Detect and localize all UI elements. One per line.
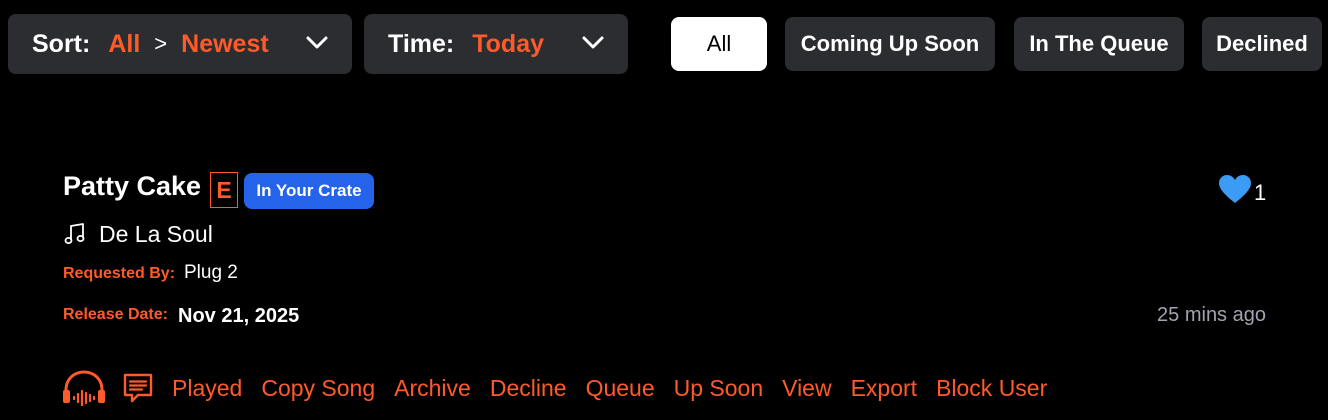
requested-by-label: Requested By: (63, 265, 176, 282)
filter-coming-up-soon-button[interactable]: Coming Up Soon (785, 17, 995, 71)
requested-by-value: Plug 2 (184, 262, 238, 283)
chevron-down-icon (306, 36, 328, 49)
time-label: Time: (388, 29, 455, 58)
explicit-badge: E (210, 172, 238, 208)
filter-all-button[interactable]: All (671, 17, 767, 71)
heart-icon[interactable] (1218, 174, 1252, 204)
artist-name: De La Soul (99, 221, 213, 247)
export-action[interactable]: Export (851, 375, 917, 402)
headphones-waveform-icon[interactable] (62, 370, 106, 406)
release-date-value: Nov 21, 2025 (178, 305, 300, 327)
release-date-label: Release Date: (63, 306, 168, 323)
filter-declined-button[interactable]: Declined (1202, 17, 1322, 71)
view-action[interactable]: View (782, 375, 831, 402)
time-value: Today (472, 29, 544, 58)
block-user-action[interactable]: Block User (936, 375, 1047, 402)
chevron-down-icon (582, 36, 604, 49)
sort-separator: > (154, 31, 168, 56)
filter-in-the-queue-button[interactable]: In The Queue (1014, 17, 1184, 71)
copy-song-action[interactable]: Copy Song (261, 375, 375, 402)
archive-action[interactable]: Archive (394, 375, 471, 402)
chat-bubble-icon[interactable] (122, 372, 154, 404)
song-title: Patty Cake (63, 171, 202, 201)
up-soon-action[interactable]: Up Soon (674, 375, 764, 402)
action-bar: Played Copy Song Archive Decline Queue U… (62, 368, 1066, 408)
sort-secondary-value: Newest (181, 29, 269, 58)
queue-action[interactable]: Queue (586, 375, 655, 402)
decline-action[interactable]: Decline (490, 375, 567, 402)
sort-dropdown[interactable]: Sort: All > Newest (8, 14, 352, 74)
like-count: 1 (1254, 180, 1267, 205)
sort-primary-value: All (108, 29, 141, 58)
played-action[interactable]: Played (172, 375, 242, 402)
time-dropdown[interactable]: Time: Today (364, 14, 628, 74)
request-timestamp: 25 mins ago (1157, 304, 1266, 326)
music-note-icon (64, 223, 85, 244)
crate-status-badge: In Your Crate (244, 173, 374, 209)
sort-label: Sort: (32, 29, 91, 58)
